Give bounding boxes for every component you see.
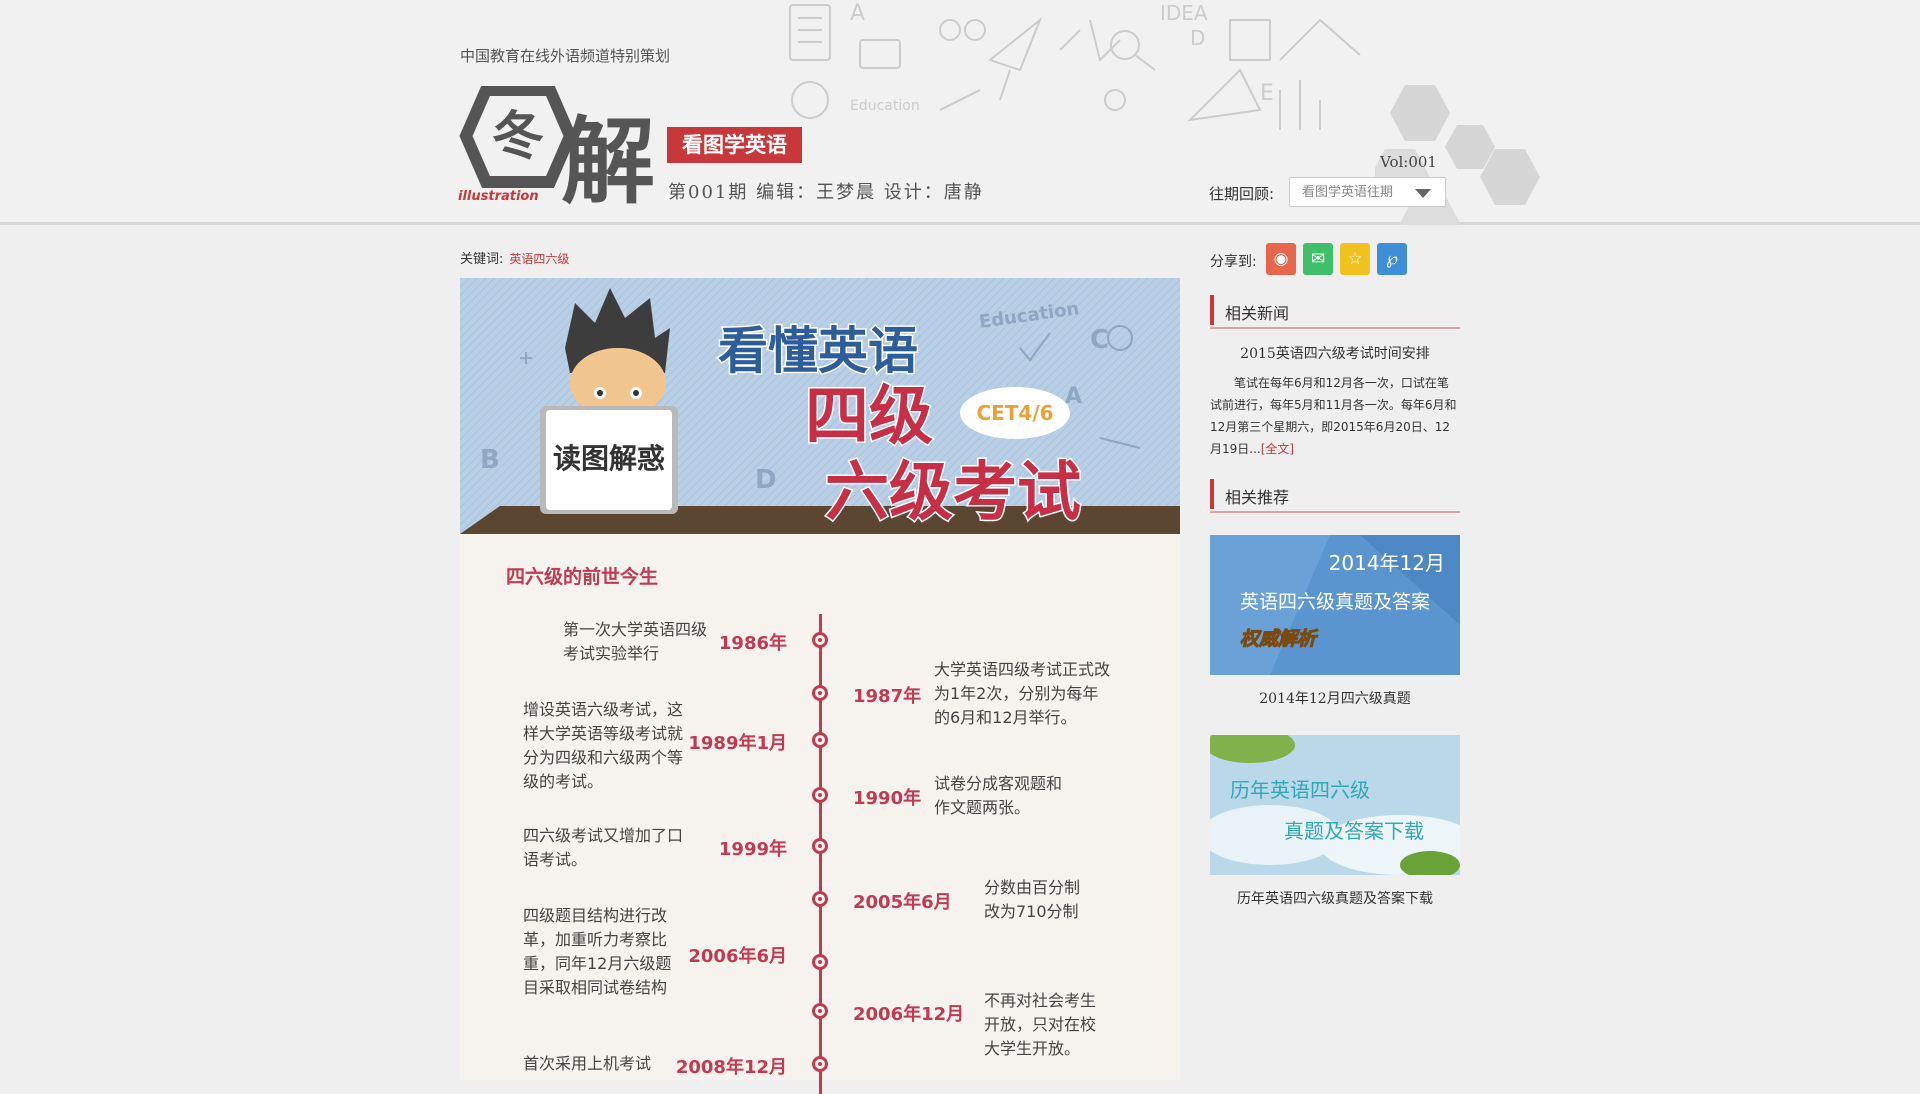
svg-text:权威解析: 权威解析 bbox=[1240, 628, 1319, 650]
timeline-text: 试卷分成客观题和作文题两张。 bbox=[934, 774, 1063, 817]
recommend-image-2-graphic: 历年英语四六级 真题及答案下载 bbox=[1210, 735, 1460, 875]
section-badge[interactable]: 看图学英语 bbox=[667, 127, 802, 163]
news-headline-link[interactable]: 2015英语四六级考试时间安排 bbox=[1210, 343, 1460, 363]
timeline-text: 四级题目结构进行改革，加重听力考察比重，同年12月六级题目采取相同试卷结构 bbox=[523, 906, 672, 997]
timeline-year: 1989年1月 bbox=[688, 733, 787, 754]
issue-credits: 第001期 编辑：王梦晨 设计：唐静 bbox=[668, 182, 984, 203]
share-wechat-button[interactable]: ✉ bbox=[1303, 243, 1333, 275]
svg-text:六级考试: 六级考试 bbox=[825, 456, 1081, 530]
timeline-dot bbox=[812, 732, 828, 748]
recommend-image-2[interactable]: 历年英语四六级 真题及答案下载 bbox=[1210, 735, 1460, 875]
svg-text:A: A bbox=[850, 1, 865, 26]
svg-text:IDEA: IDEA bbox=[1160, 1, 1208, 25]
volume-number: Vol:001 bbox=[1380, 153, 1437, 171]
svg-text:真题及答案下载: 真题及答案下载 bbox=[1284, 819, 1424, 843]
recommend-caption-1[interactable]: 2014年12月四六级真题 bbox=[1210, 688, 1460, 708]
timeline-year: 1986年 bbox=[718, 633, 787, 654]
timeline-text: 分数由百分制改为710分制 bbox=[984, 878, 1081, 921]
timeline-dot bbox=[812, 787, 828, 803]
news-summary-text: 笔试在每年6月和12月各一次，口试在笔试前进行，每年5月和11月各一次。每年6月… bbox=[1210, 376, 1457, 456]
keywords-label: 关键词: bbox=[460, 252, 504, 267]
svg-text:D: D bbox=[755, 465, 777, 495]
svg-text:Education: Education bbox=[850, 98, 920, 114]
svg-text:B: B bbox=[480, 445, 500, 475]
recommend-caption-2[interactable]: 历年英语四六级真题及答案下载 bbox=[1210, 888, 1460, 908]
timeline-year: 1999年 bbox=[718, 839, 787, 860]
svg-text:四级: 四级 bbox=[805, 380, 933, 454]
share-qzone-button[interactable]: ☆ bbox=[1340, 243, 1370, 275]
news-summary: 笔试在每年6月和12月各一次，口试在笔试前进行，每年5月和11月各一次。每年6月… bbox=[1210, 372, 1460, 460]
page-header: A IDEA D E Education 中国教育在线外语频道特别策划 冬 解 … bbox=[0, 0, 1920, 225]
svg-text:英语四六级真题及答案: 英语四六级真题及答案 bbox=[1240, 591, 1430, 613]
share-weibo-button[interactable]: ◉ bbox=[1266, 243, 1296, 275]
svg-text:解: 解 bbox=[561, 108, 655, 206]
logo-graphic: 冬 解 illustration bbox=[458, 84, 655, 217]
weibo-icon: ◉ bbox=[1273, 249, 1289, 269]
header-tagline: 中国教育在线外语频道特别策划 bbox=[460, 47, 671, 65]
svg-text:历年英语四六级: 历年英语四六级 bbox=[1230, 778, 1370, 802]
banner-illustration: Education B D C A 读图解惑 看懂英语 四级 六级考试 CET4… bbox=[460, 278, 1180, 534]
related-recommend-heading: 相关推荐 bbox=[1210, 477, 1460, 513]
timeline-dot bbox=[812, 891, 828, 907]
svg-text:CET4/6: CET4/6 bbox=[976, 401, 1053, 425]
timeline-year: 2008年12月 bbox=[675, 1057, 787, 1078]
svg-text:看懂英语: 看懂英语 bbox=[718, 322, 918, 380]
chevron-down-icon bbox=[1415, 189, 1431, 198]
education-doodles-decoration: A IDEA D E Education bbox=[789, 1, 1361, 130]
timeline-dot bbox=[812, 838, 828, 854]
timeline-year: 2005年6月 bbox=[853, 892, 952, 913]
heading-accent-bar bbox=[1210, 479, 1214, 509]
wechat-icon: ✉ bbox=[1310, 249, 1326, 269]
svg-text:读图解惑: 读图解惑 bbox=[553, 442, 665, 475]
timeline-dot bbox=[812, 1003, 828, 1019]
related-news-heading: 相关新闻 bbox=[1210, 293, 1460, 329]
past-issues-selected: 看图学英语往期 bbox=[1302, 185, 1394, 200]
svg-text:D: D bbox=[1190, 26, 1205, 50]
timeline-text: 大学英语四级考试正式改为1年2次，分别为每年的6月和12月举行。 bbox=[934, 660, 1111, 727]
svg-text:A: A bbox=[1065, 384, 1082, 409]
svg-text:2014年12月: 2014年12月 bbox=[1329, 551, 1445, 575]
past-issues-dropdown[interactable]: 看图学英语往期 bbox=[1289, 177, 1446, 207]
timeline-year: 2006年6月 bbox=[688, 946, 787, 967]
svg-text:C: C bbox=[1090, 325, 1109, 355]
share-label: 分享到: bbox=[1210, 254, 1257, 270]
svg-text:E: E bbox=[1260, 81, 1274, 106]
timeline-text: 首次采用上机考试 bbox=[523, 1054, 652, 1073]
recommend-image-1-graphic: 2014年12月 英语四六级真题及答案 权威解析 bbox=[1210, 535, 1460, 675]
heading-accent-bar bbox=[1210, 295, 1214, 325]
timeline-text: 增设英语六级考试，这样大学英语等级考试就分为四级和六级两个等级的考试。 bbox=[523, 700, 684, 791]
timeline-year: 1987年 bbox=[853, 686, 922, 707]
tencent-weibo-icon: ℘ bbox=[1386, 249, 1398, 269]
timeline-dot bbox=[812, 685, 828, 701]
timeline-year: 1990年 bbox=[853, 788, 922, 809]
svg-text:illustration: illustration bbox=[458, 189, 539, 204]
related-recommend-title: 相关推荐 bbox=[1225, 488, 1290, 507]
timeline-text: 第一次大学英语四级考试实验举行 bbox=[563, 620, 708, 663]
past-issues-label: 往期回顾: bbox=[1209, 185, 1275, 203]
timeline-text: 不再对社会考生开放，只对在校大学生开放。 bbox=[984, 991, 1097, 1058]
keywords-row: 关键词: 英语四六级 bbox=[460, 248, 569, 267]
qzone-star-icon: ☆ bbox=[1347, 249, 1363, 269]
illustration-logo[interactable]: 冬 解 illustration bbox=[458, 84, 658, 217]
related-news-title: 相关新闻 bbox=[1225, 304, 1290, 323]
share-tencent-weibo-button[interactable]: ℘ bbox=[1377, 243, 1407, 275]
timeline-year: 2006年12月 bbox=[853, 1004, 965, 1025]
timeline-section: 四六级的前世今生 1986年 第一次大学英语四级考试实验举行 1987年 大学英… bbox=[460, 534, 1180, 1094]
timeline-dot bbox=[812, 632, 828, 648]
timeline-dot bbox=[812, 954, 828, 970]
svg-text:冬: 冬 bbox=[492, 107, 544, 167]
recommend-image-1[interactable]: 2014年12月 英语四六级真题及答案 权威解析 bbox=[1210, 535, 1460, 675]
keyword-link[interactable]: 英语四六级 bbox=[509, 252, 569, 266]
read-more-link[interactable]: [全文] bbox=[1261, 442, 1294, 456]
timeline-dot bbox=[812, 1056, 828, 1072]
hero-banner: Education B D C A 读图解惑 看懂英语 四级 六级考试 CET4… bbox=[460, 278, 1180, 534]
timeline-text: 四六级考试又增加了口语考试。 bbox=[523, 826, 684, 869]
timeline-title: 四六级的前世今生 bbox=[506, 566, 659, 588]
